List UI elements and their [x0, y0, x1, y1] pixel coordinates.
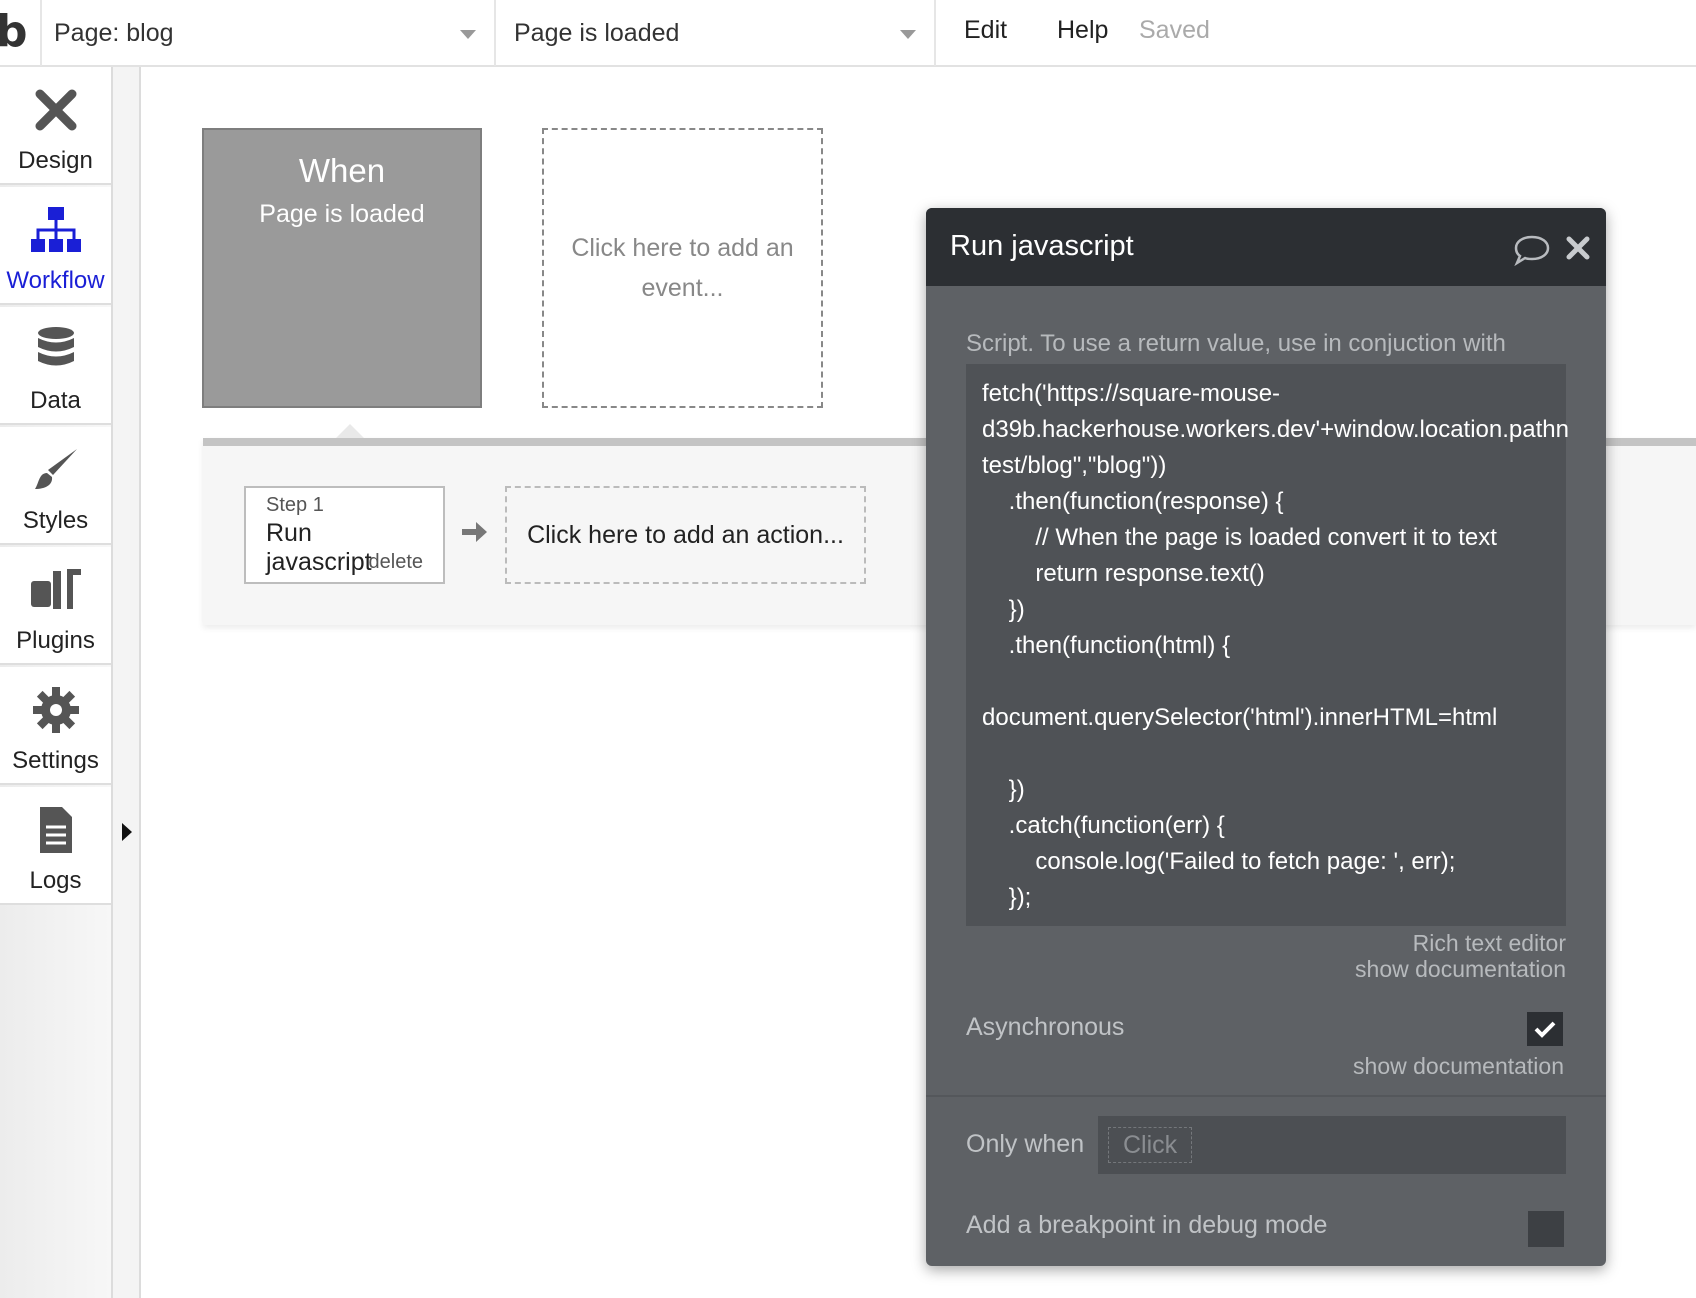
chevron-down-icon	[460, 30, 476, 39]
document-icon	[0, 805, 111, 855]
save-status: Saved	[1139, 16, 1210, 44]
database-icon	[0, 325, 111, 375]
gear-icon	[0, 685, 111, 735]
show-documentation-link[interactable]: show documentation	[1353, 1053, 1564, 1080]
workflow-icon	[0, 205, 111, 255]
sidebar-item-label: Settings	[12, 747, 99, 774]
checkmark-icon	[1534, 1021, 1556, 1038]
script-label: Script. To use a return value, use in co…	[966, 330, 1506, 357]
sidebar: Design Workflow Data Styles Plugins Sett…	[0, 67, 113, 1298]
help-menu[interactable]: Help	[1057, 16, 1108, 45]
chevron-down-icon	[900, 30, 916, 39]
brush-icon	[0, 445, 111, 495]
comment-icon[interactable]	[1513, 234, 1551, 271]
expand-triangle-icon[interactable]	[122, 823, 132, 841]
event-card-subtitle: Page is loaded	[259, 200, 425, 228]
delete-step-link[interactable]: delete	[369, 551, 424, 574]
close-icon[interactable]	[1566, 236, 1590, 265]
divider	[934, 0, 936, 66]
panel-header: Run javascript	[926, 208, 1606, 286]
design-icon	[0, 85, 111, 135]
sidebar-item-plugins[interactable]: Plugins	[0, 547, 111, 665]
add-event-placeholder[interactable]: Click here to add an event...	[542, 128, 823, 408]
event-card[interactable]: When Page is loaded	[202, 128, 482, 408]
panel-title: Run javascript	[950, 230, 1134, 262]
sidebar-item-label: Workflow	[6, 267, 105, 294]
script-editor[interactable]: fetch('https://square-mouse- d39b.hacker…	[966, 364, 1569, 926]
top-bar: b Page: blog Page is loaded Edit Help Sa…	[0, 0, 1696, 67]
sidebar-item-styles[interactable]: Styles	[0, 427, 111, 545]
only-when-label: Only when	[966, 1130, 1085, 1158]
pointer-caret	[336, 424, 364, 438]
asynchronous-label: Asynchronous	[966, 1013, 1125, 1041]
only-when-placeholder[interactable]: Click	[1108, 1127, 1193, 1163]
step-card[interactable]: Step 1 Run javascript delete	[244, 486, 445, 584]
sidebar-item-logs[interactable]: Logs	[0, 787, 111, 905]
add-action-placeholder[interactable]: Click here to add an action...	[505, 486, 866, 584]
page-select-label: Page: blog	[54, 18, 174, 47]
sidebar-gutter	[113, 67, 141, 1298]
breakpoint-checkbox[interactable]	[1528, 1211, 1564, 1247]
run-javascript-panel: Run javascript Script. To use a return v…	[926, 208, 1606, 1266]
sidebar-item-data[interactable]: Data	[0, 307, 111, 425]
divider	[926, 1095, 1606, 1097]
arrow-right-icon	[460, 518, 488, 551]
event-select[interactable]: Page is loaded	[496, 0, 934, 66]
page-select[interactable]: Page: blog	[42, 0, 494, 66]
edit-menu[interactable]: Edit	[964, 16, 1007, 45]
sidebar-item-label: Data	[30, 387, 81, 414]
plugins-icon	[0, 565, 111, 615]
sidebar-item-label: Plugins	[16, 627, 95, 654]
rich-text-editor-link[interactable]: Rich text editor	[1413, 930, 1566, 957]
sidebar-item-workflow[interactable]: Workflow	[0, 187, 111, 305]
sidebar-item-settings[interactable]: Settings	[0, 667, 111, 785]
show-documentation-link[interactable]: show documentation	[1355, 956, 1566, 983]
sidebar-item-label: Styles	[22, 507, 89, 534]
app-logo[interactable]: b	[0, 6, 28, 57]
sidebar-item-label: Logs	[29, 867, 82, 894]
step-number: Step 1	[266, 494, 324, 516]
sidebar-item-design[interactable]: Design	[0, 67, 111, 185]
sidebar-item-label: Design	[18, 147, 93, 174]
asynchronous-checkbox[interactable]	[1527, 1012, 1563, 1046]
only-when-input[interactable]: Click	[1098, 1116, 1566, 1174]
event-select-label: Page is loaded	[514, 18, 680, 47]
breakpoint-label: Add a breakpoint in debug mode	[966, 1211, 1328, 1239]
event-card-title: When	[298, 152, 386, 189]
